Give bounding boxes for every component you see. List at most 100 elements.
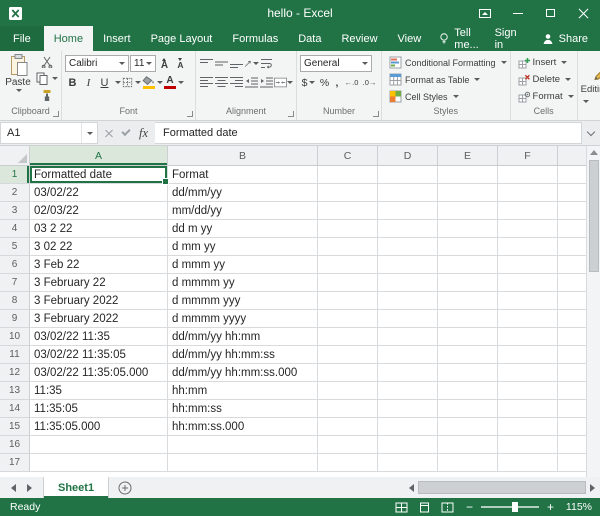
cell-col-d[interactable] — [378, 436, 438, 454]
cell-col-b[interactable]: d mm yy — [168, 238, 318, 256]
cell-col-d[interactable] — [378, 382, 438, 400]
row-header[interactable]: 12 — [0, 364, 30, 382]
page-break-view-button[interactable] — [438, 499, 458, 515]
cell-col-c[interactable] — [318, 220, 378, 238]
increase-decimal-button[interactable]: ←.0 — [343, 74, 360, 91]
cell-col-c[interactable] — [318, 292, 378, 310]
row-header[interactable]: 9 — [0, 310, 30, 328]
row-header[interactable]: 6 — [0, 256, 30, 274]
cell-col-b[interactable] — [168, 436, 318, 454]
row-header[interactable]: 2 — [0, 184, 30, 202]
cell-col-c[interactable] — [318, 346, 378, 364]
row-header[interactable]: 11 — [0, 346, 30, 364]
row-header[interactable]: 14 — [0, 400, 30, 418]
format-as-table-button[interactable]: Format as Table — [385, 71, 507, 88]
cell-col-e[interactable] — [438, 328, 498, 346]
cell-col-e[interactable] — [438, 292, 498, 310]
italic-button[interactable]: I — [81, 74, 96, 91]
accounting-format-button[interactable]: $ — [300, 74, 317, 91]
enter-entry-icon[interactable] — [121, 127, 130, 136]
orientation-button[interactable] — [244, 57, 259, 70]
decrease-indent-button[interactable] — [244, 76, 259, 89]
cell-col-a[interactable]: 11:35:05.000 — [30, 418, 168, 436]
underline-button[interactable]: U — [97, 74, 112, 91]
horizontal-scrollbar[interactable] — [132, 477, 600, 498]
cell-col-a[interactable]: 03/02/22 — [30, 184, 168, 202]
cell-col-e[interactable] — [438, 238, 498, 256]
tell-me-box[interactable]: Tell me... — [439, 26, 494, 51]
cell-col-d[interactable] — [378, 454, 438, 472]
share-button[interactable]: Share — [542, 26, 588, 51]
cell-col-b[interactable]: d mmmm yyy — [168, 292, 318, 310]
cell-col-d[interactable] — [378, 418, 438, 436]
cell-col-c[interactable] — [318, 202, 378, 220]
cell-col-d[interactable] — [378, 184, 438, 202]
tab-file[interactable]: File — [0, 26, 44, 51]
cell-col-e[interactable] — [438, 382, 498, 400]
cell-col-e[interactable] — [438, 454, 498, 472]
cell-col-c[interactable] — [318, 310, 378, 328]
cell-col-f[interactable] — [498, 220, 558, 238]
increase-font-size-button[interactable]: A — [157, 55, 172, 72]
increase-indent-button[interactable] — [259, 76, 274, 89]
merge-center-button[interactable] — [274, 76, 293, 89]
row-header[interactable]: 8 — [0, 292, 30, 310]
formula-input[interactable]: Formatted date — [155, 122, 582, 144]
copy-button[interactable] — [36, 71, 58, 86]
horizontal-scroll-thumb[interactable] — [418, 481, 586, 494]
cell-col-e[interactable] — [438, 364, 498, 382]
cell-col-f[interactable] — [498, 166, 558, 184]
cell-col-d[interactable] — [378, 364, 438, 382]
font-name-combo[interactable]: Calibri — [65, 55, 129, 72]
cell-col-d[interactable] — [378, 346, 438, 364]
cell-col-f[interactable] — [498, 238, 558, 256]
cell-col-a[interactable]: 03/02/22 11:35:05.000 — [30, 364, 168, 382]
cell-col-d[interactable] — [378, 238, 438, 256]
cell-col-c[interactable] — [318, 184, 378, 202]
cell-col-c[interactable] — [318, 454, 378, 472]
vertical-scrollbar[interactable] — [586, 146, 600, 477]
cell-col-c[interactable] — [318, 364, 378, 382]
fill-color-button[interactable] — [142, 74, 163, 91]
select-all-button[interactable] — [0, 146, 30, 166]
cell-col-d[interactable] — [378, 220, 438, 238]
comma-style-button[interactable]: , — [332, 74, 342, 91]
zoom-out-button[interactable]: − — [466, 502, 473, 512]
cell-col-f[interactable] — [498, 202, 558, 220]
percent-style-button[interactable]: % — [318, 74, 331, 91]
cell-col-c[interactable] — [318, 256, 378, 274]
align-top-button[interactable] — [199, 57, 214, 70]
delete-cells-button[interactable]: Delete — [514, 71, 574, 88]
cell-col-d[interactable] — [378, 292, 438, 310]
insert-function-icon[interactable]: fx — [139, 126, 148, 141]
column-header-d[interactable]: D — [378, 146, 438, 166]
align-center-button[interactable] — [214, 76, 229, 89]
cell-col-e[interactable] — [438, 346, 498, 364]
format-cells-button[interactable]: Format — [514, 88, 574, 105]
previous-sheet-icon[interactable] — [11, 484, 16, 492]
align-middle-button[interactable] — [214, 57, 229, 70]
cell-col-c[interactable] — [318, 436, 378, 454]
vertical-scroll-thumb[interactable] — [589, 160, 599, 272]
row-header[interactable]: 4 — [0, 220, 30, 238]
cell-col-e[interactable] — [438, 220, 498, 238]
cell-col-f[interactable] — [498, 310, 558, 328]
row-header[interactable]: 15 — [0, 418, 30, 436]
cell-col-b[interactable]: dd m yy — [168, 220, 318, 238]
cell-col-a[interactable]: 02/03/22 — [30, 202, 168, 220]
format-painter-button[interactable] — [36, 88, 58, 103]
cell-col-a[interactable]: 3 February 2022 — [30, 292, 168, 310]
tab-view[interactable]: View — [388, 26, 432, 51]
cell-styles-button[interactable]: Cell Styles — [385, 88, 507, 105]
font-size-combo[interactable]: 11 — [130, 55, 156, 72]
cell-col-b[interactable]: Format — [168, 166, 318, 184]
cell-col-f[interactable] — [498, 436, 558, 454]
cell-col-b[interactable]: d mmmm yyyy — [168, 310, 318, 328]
page-layout-view-button[interactable] — [415, 499, 435, 515]
row-header[interactable]: 5 — [0, 238, 30, 256]
wrap-text-button[interactable] — [259, 57, 274, 70]
cell-col-a[interactable]: Formatted date — [30, 166, 168, 184]
row-header[interactable]: 17 — [0, 454, 30, 472]
cell-col-e[interactable] — [438, 436, 498, 454]
cell-col-d[interactable] — [378, 166, 438, 184]
